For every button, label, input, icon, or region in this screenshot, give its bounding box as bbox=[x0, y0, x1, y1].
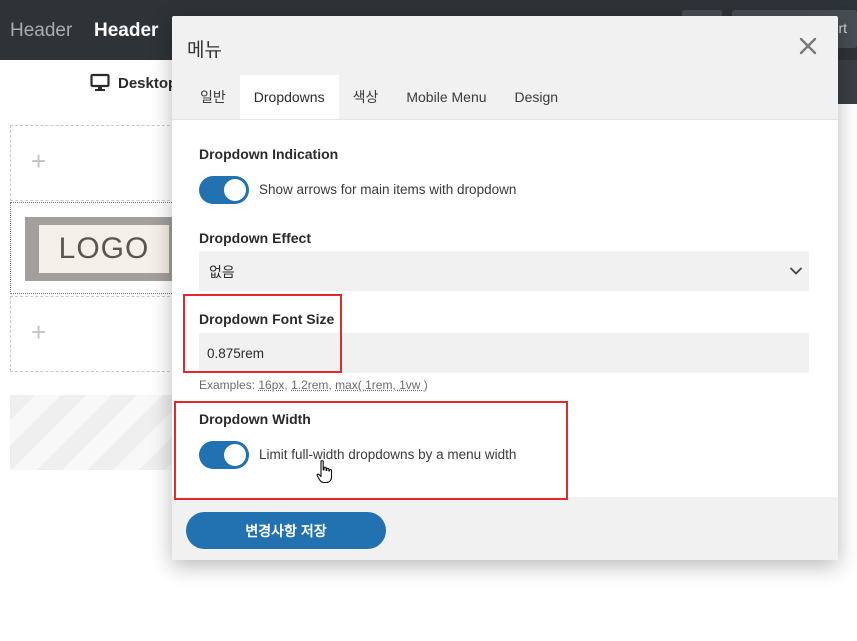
add-row-top[interactable]: + bbox=[10, 125, 180, 201]
font-size-examples: Examples: 16px, 1.2rem, max( 1rem, 1vw ) bbox=[199, 378, 428, 392]
dropdown-indication-toggle[interactable] bbox=[199, 176, 249, 204]
dropdown-effect-label: Dropdown Effect bbox=[199, 230, 311, 246]
logo-row[interactable]: LOGO bbox=[10, 202, 180, 294]
dropdown-effect-value: 없음 bbox=[209, 264, 235, 280]
plus-icon: + bbox=[31, 317, 47, 347]
device-label: Desktop bbox=[118, 74, 178, 92]
example-value[interactable]: 16px bbox=[258, 378, 284, 392]
chevron-down-icon bbox=[790, 267, 802, 275]
desktop-icon bbox=[90, 73, 110, 91]
modal-tabs: 일반 Dropdowns 색상 Mobile Menu Design bbox=[186, 75, 572, 119]
highlight-dropdown-width bbox=[174, 401, 568, 500]
examples-prefix: Examples: bbox=[199, 378, 259, 392]
tab-mobile-menu[interactable]: Mobile Menu bbox=[392, 75, 500, 119]
modal-title: 메뉴 bbox=[187, 40, 222, 61]
highlight-font-size bbox=[183, 294, 342, 373]
tab-general[interactable]: 일반 bbox=[186, 75, 240, 119]
dropdown-effect-select[interactable]: 없음 bbox=[199, 251, 809, 291]
breadcrumb-current: Header bbox=[94, 20, 159, 41]
device-switcher[interactable]: Desktop bbox=[90, 73, 177, 93]
tab-colors[interactable]: 색상 bbox=[339, 75, 393, 119]
logo-text: LOGO bbox=[39, 225, 169, 273]
topbar-action-label: rt bbox=[838, 20, 847, 36]
side-panel-edge bbox=[838, 60, 857, 104]
example-value[interactable]: max( 1rem, 1vw ) bbox=[335, 378, 428, 392]
plus-icon: + bbox=[31, 146, 47, 176]
disabled-area bbox=[10, 395, 180, 470]
toggle-knob bbox=[224, 179, 246, 201]
tab-design[interactable]: Design bbox=[501, 75, 573, 119]
add-row-bottom[interactable]: + bbox=[10, 296, 180, 372]
dropdown-indication-label: Dropdown Indication bbox=[199, 146, 339, 162]
close-icon[interactable] bbox=[796, 34, 820, 58]
logo-placeholder[interactable]: LOGO bbox=[25, 217, 175, 281]
tab-dropdowns[interactable]: Dropdowns bbox=[239, 75, 339, 119]
modal-footer: 변경사항 저장 bbox=[172, 497, 838, 560]
save-changes-button[interactable]: 변경사항 저장 bbox=[186, 512, 386, 549]
dropdown-indication-text: Show arrows for main items with dropdown bbox=[259, 182, 517, 197]
breadcrumb-parent[interactable]: Header bbox=[10, 20, 72, 42]
hand-pointer-icon bbox=[316, 460, 333, 484]
example-value[interactable]: 1.2rem bbox=[291, 378, 328, 392]
